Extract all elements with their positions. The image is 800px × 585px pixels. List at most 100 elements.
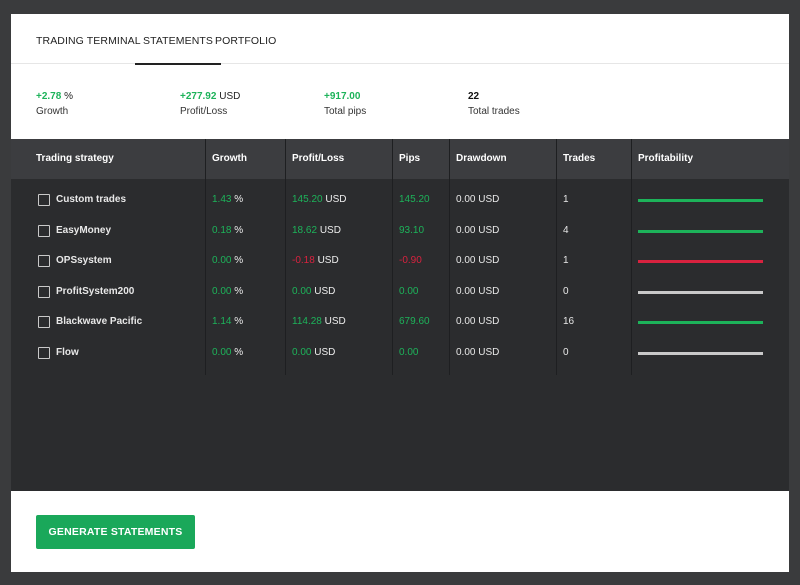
trades-cell: 1 <box>563 194 569 205</box>
growth-value: 0.00 <box>212 255 232 266</box>
total-trades-value: 22 <box>468 91 480 102</box>
growth-unit: % <box>234 346 244 358</box>
pips-value: -0.90 <box>399 255 422 266</box>
strategy-name: Blackwave Pacific <box>56 316 143 327</box>
profit-loss-cell: 145.20 USD <box>292 185 347 215</box>
table-row: ProfitSystem200 0.00 % 0.00 USD 0.00 0.00 US… <box>11 277 789 307</box>
strategy-name: ProfitSystem200 <box>56 285 135 297</box>
strategies-table: Trading strategy Growth Profit/Loss Pips… <box>11 139 789 491</box>
growth-value: +2.78 <box>36 91 62 102</box>
profitability-bar <box>638 260 763 263</box>
pips-cell: 93.10 <box>399 216 424 246</box>
growth-value: 1.14 <box>212 316 232 327</box>
pips-value: 0.00 <box>399 285 419 297</box>
growth-cell: 0.00 % <box>212 338 243 368</box>
tab-portfolio[interactable]: PORTFOLIO <box>215 14 276 64</box>
header-growth: Growth <box>212 153 247 164</box>
profit-loss-label: Profit/Loss <box>180 106 228 117</box>
growth-value: 0.18 <box>212 224 232 236</box>
tab-trading-terminal[interactable]: TRADING TERMINAL <box>36 14 141 64</box>
drawdown-cell: 0.00 USD <box>456 285 500 297</box>
profit-loss-cell: 0.00 USD <box>292 338 335 368</box>
pips-cell: 0.00 <box>399 277 418 307</box>
pips-cell: 0.00 <box>399 338 418 368</box>
table-row: EasyMoney 0.18 % 18.62 USD 93.10 0.00 USD 4 <box>11 216 789 246</box>
profit-loss-unit: USD <box>219 91 241 102</box>
table-row: Blackwave Pacific 1.14 % 114.28 USD 679.60 0… <box>11 307 789 337</box>
drawdown-cell: 0.00 USD <box>456 194 500 205</box>
drawdown-cell: 0.00 USD <box>456 346 500 358</box>
pips-value: 93.10 <box>399 224 425 236</box>
drawdown-cell: 0.00 USD <box>456 316 500 327</box>
table-row: Custom trades 1.43 % 145.20 USD 145.20 0.00 … <box>11 185 789 215</box>
tab-statements[interactable]: STATEMENTS <box>134 14 222 65</box>
profit-loss-unit: USD <box>325 194 347 205</box>
total-trades-stat: 22 Total trades <box>468 91 520 117</box>
profit-loss-cell: 0.00 USD <box>292 277 335 307</box>
profit-loss-value: 18.62 <box>292 224 318 236</box>
growth-value: 0.00 <box>212 285 232 297</box>
pips-value: 679.60 <box>399 316 430 327</box>
growth-value: 0.00 <box>212 346 232 358</box>
growth-value: 1.43 <box>212 194 232 205</box>
strategy-name: OPSsystem <box>56 255 112 266</box>
growth-unit: % <box>234 194 244 205</box>
strategy-name: Flow <box>56 346 79 358</box>
total-pips-stat: +917.00 Total pips <box>324 91 366 117</box>
profit-loss-cell: 18.62 USD <box>292 216 341 246</box>
header-pips: Pips <box>399 153 421 164</box>
row-checkbox[interactable] <box>38 316 50 328</box>
profit-loss-unit: USD <box>319 224 341 236</box>
growth-unit: % <box>234 316 244 327</box>
profit-loss-value: 0.00 <box>292 346 312 358</box>
row-checkbox[interactable] <box>38 346 50 359</box>
row-checkbox[interactable] <box>38 224 50 237</box>
profit-loss-unit: USD <box>317 255 339 266</box>
growth-label: Growth <box>36 106 69 117</box>
drawdown-cell: 0.00 USD <box>456 255 500 266</box>
generate-statements-button[interactable]: GENERATE STATEMENTS <box>36 515 195 549</box>
table-header: Trading strategy Growth Profit/Loss Pips… <box>11 139 789 179</box>
total-pips-label: Total pips <box>324 106 367 117</box>
growth-cell: 0.18 % <box>212 216 243 246</box>
header-profit-loss: Profit/Loss <box>292 153 345 164</box>
trades-cell: 0 <box>563 346 569 358</box>
statements-panel: TRADING TERMINAL STATEMENTS PORTFOLIO +2… <box>11 14 789 572</box>
strategy-name: Custom trades <box>56 194 127 205</box>
profit-loss-unit: USD <box>314 285 336 297</box>
pips-cell: 145.20 <box>399 185 430 215</box>
growth-unit: % <box>234 224 244 236</box>
profitability-bar <box>638 321 763 324</box>
profit-loss-value: 145.20 <box>292 194 323 205</box>
pips-value: 145.20 <box>399 194 430 205</box>
row-checkbox[interactable] <box>38 285 50 298</box>
row-checkbox[interactable] <box>38 194 50 206</box>
growth-cell: 0.00 % <box>212 277 243 307</box>
profitability-bar <box>638 290 763 294</box>
profit-loss-value: +277.92 <box>180 91 217 102</box>
tab-bar: TRADING TERMINAL STATEMENTS PORTFOLIO <box>11 14 789 65</box>
trades-cell: 0 <box>563 285 569 297</box>
profit-loss-unit: USD <box>314 346 336 358</box>
profitability-bar <box>638 351 763 355</box>
header-trading-strategy: Trading strategy <box>36 153 114 164</box>
profitability-bar <box>638 199 763 202</box>
table-row: Flow 0.00 % 0.00 USD 0.00 0.00 USD 0 <box>11 338 789 368</box>
strategy-name: EasyMoney <box>56 224 112 236</box>
trades-cell: 16 <box>563 316 575 327</box>
profit-loss-value: 0.00 <box>292 285 312 297</box>
header-drawdown: Drawdown <box>456 153 507 164</box>
pips-value: 0.00 <box>399 346 419 358</box>
profit-loss-value: -0.18 <box>292 255 315 266</box>
growth-stat: +2.78 % Growth <box>36 91 73 117</box>
summary-stats: +2.78 % Growth +277.92 USD Profit/Loss +… <box>11 65 789 139</box>
row-checkbox[interactable] <box>38 255 50 267</box>
pips-cell: 679.60 <box>399 307 430 337</box>
growth-unit: % <box>234 285 244 297</box>
profit-loss-cell: -0.18 USD <box>292 246 339 276</box>
trades-cell: 1 <box>563 255 569 266</box>
growth-unit: % <box>234 255 244 266</box>
growth-cell: 1.43 % <box>212 185 243 215</box>
profit-loss-stat: +277.92 USD Profit/Loss <box>180 91 240 117</box>
table-row: OPSsystem 0.00 % -0.18 USD -0.90 0.00 USD 1 <box>11 246 789 276</box>
